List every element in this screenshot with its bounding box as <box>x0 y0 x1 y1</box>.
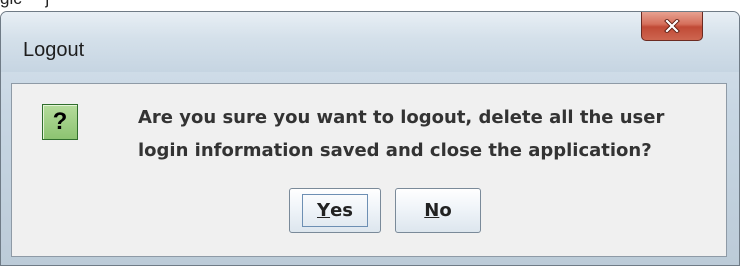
logout-dialog-window: Logout ? Are you sure you want to logout… <box>0 11 740 266</box>
focus-ring: Yes <box>302 194 368 227</box>
no-button[interactable]: No <box>395 188 481 233</box>
dialog-content: ? Are you sure you want to logout, delet… <box>11 83 727 257</box>
message-line-2: login information saved and close the ap… <box>138 140 652 161</box>
question-icon: ? <box>42 104 78 140</box>
window-title: Logout <box>23 39 85 61</box>
yes-mnemonic: Y <box>317 200 331 221</box>
no-label-rest: o <box>439 200 452 221</box>
yes-label-rest: es <box>330 200 353 221</box>
dialog-message: Are you sure you want to logout, delete … <box>138 101 728 167</box>
close-icon <box>664 18 680 33</box>
no-mnemonic: N <box>424 200 440 221</box>
title-bar[interactable]: Logout <box>1 12 739 72</box>
yes-button[interactable]: Yes <box>289 188 381 233</box>
message-line-1: Are you sure you want to logout, delete … <box>138 107 665 128</box>
close-button[interactable] <box>641 12 703 41</box>
